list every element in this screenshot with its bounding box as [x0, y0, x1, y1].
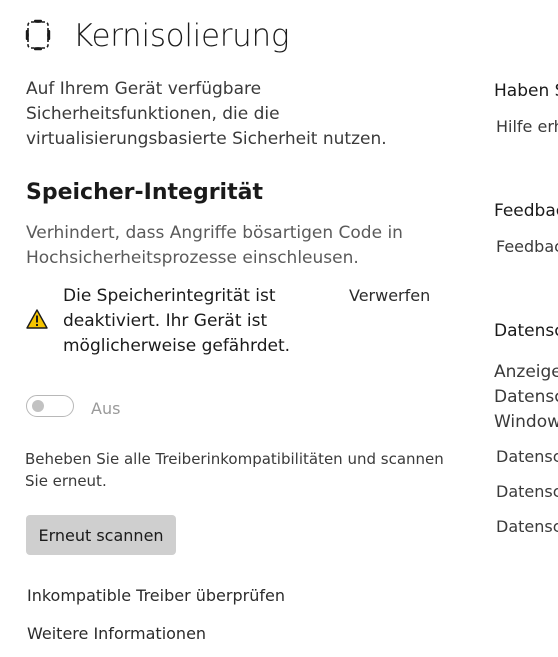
warning-icon — [26, 309, 48, 329]
review-drivers-link[interactable]: Inkompatible Treiber überprüfen — [27, 586, 285, 605]
page-title: Kernisolierung — [73, 18, 290, 54]
privacy-link[interactable]: Datensc — [496, 482, 558, 501]
intro-text: Auf Ihrem Gerät verfügbare Sicherheitsfu… — [26, 79, 387, 149]
warning-message: Die Speicherintegrität ist deaktiviert. … — [63, 286, 291, 356]
get-help-link[interactable]: Hilfe erh — [496, 117, 558, 136]
core-isolation-icon — [25, 19, 51, 51]
feedback-link[interactable]: Feedbac — [496, 237, 558, 256]
privacy-heading: Datensc — [494, 321, 558, 341]
privacy-link[interactable]: Datensc — [496, 517, 558, 536]
more-info-link[interactable]: Weitere Informationen — [27, 624, 206, 643]
question-heading: Haben S — [494, 81, 558, 101]
rescan-button[interactable]: Erneut scannen — [26, 515, 176, 555]
feedback-heading: Feedbac — [494, 201, 558, 221]
memory-integrity-toggle[interactable] — [26, 395, 74, 417]
fix-instructions: Beheben Sie alle Treiberinkompatibilität… — [25, 450, 444, 490]
toggle-knob — [32, 400, 44, 412]
dismiss-link[interactable]: Verwerfen — [349, 286, 430, 305]
privacy-text: Anzeige Datensc Window — [494, 362, 558, 432]
toggle-label: Aus — [91, 399, 121, 418]
privacy-link[interactable]: Datensc — [496, 447, 558, 466]
section-description: Verhindert, dass Angriffe bösartigen Cod… — [26, 223, 403, 268]
section-title: Speicher-Integrität — [26, 180, 263, 205]
